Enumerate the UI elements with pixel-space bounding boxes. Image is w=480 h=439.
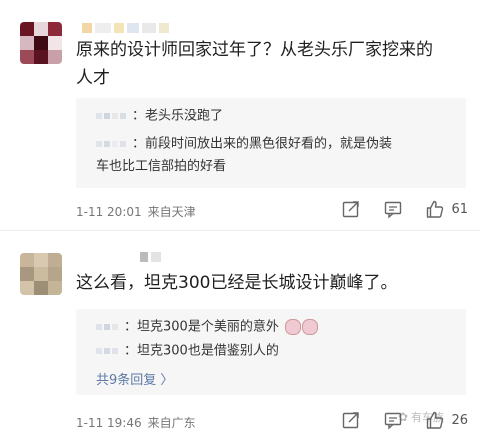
comment-icon[interactable] [383,410,403,430]
comment-text-line: 人才 [76,68,110,88]
location: 来自广东 [147,416,196,430]
username-blurred[interactable] [82,18,172,33]
more-replies-link[interactable]: 共9条回复 〉 [96,369,173,388]
comment-text: 这么看，坦克300已经是长城设计巅峰了。 [76,269,397,297]
username-blurred[interactable] [140,247,164,262]
like-button[interactable]: 26 [425,410,468,430]
comment-text-line: 原来的设计师回家过年了？从老头乐厂家挖来的 [76,40,433,60]
emoji-icon [301,319,318,335]
reply-text: ：老头乐没跑了 [132,108,224,124]
thumbs-up-icon [427,411,444,429]
reply-text: ：前段时间放出来的黑色很好看的，就是伪装 [132,136,393,152]
reply-text: ：坦克300是个美丽的意外 [124,319,279,335]
location: 来自天津 [147,205,196,219]
thumbs-up-icon [427,200,444,218]
reply-box[interactable]: ：老头乐没跑了 ：前段时间放出来的黑色很好看的，就是伪装 车也比工信部拍的好看 [76,98,466,188]
share-icon[interactable] [341,410,361,430]
emoji-icon [284,319,301,335]
reply-item[interactable]: ：老头乐没跑了 [96,105,452,128]
reply-username-blurred[interactable] [96,340,120,362]
timestamp: 1-11 20:01 [76,205,142,219]
comment-actions: 26 [341,410,468,430]
comment-text-line: 这么看，坦克300已经是长城设计巅峰了。 [76,273,398,293]
comment-2: 这么看，坦克300已经是长城设计巅峰了。 ：坦克300是个美丽的意外 ：坦克30… [0,231,480,439]
reply-item[interactable]: ：坦克300也是借鉴别人的 [96,340,452,363]
avatar[interactable] [20,22,62,64]
comment-1: 原来的设计师回家过年了？从老头乐厂家挖来的 人才 ：老头乐没跑了 ：前段时间放出… [0,0,480,226]
comment-actions: 61 [341,199,468,219]
reply-text: 车也比工信部拍的好看 [96,158,227,174]
reply-username-blurred[interactable] [96,133,128,155]
reply-box[interactable]: ：坦克300是个美丽的意外 ：坦克300也是借鉴别人的 共9条回复 〉 [76,309,466,395]
avatar[interactable] [20,253,62,295]
reply-text: ：坦克300也是借鉴别人的 [124,343,279,359]
comment-meta: 1-11 19:46 来自广东 [76,414,196,431]
reply-item[interactable]: ：前段时间放出来的黑色很好看的，就是伪装 车也比工信部拍的好看 [96,133,452,178]
reply-username-blurred[interactable] [96,105,128,127]
share-icon[interactable] [341,199,361,219]
like-count: 61 [451,201,468,217]
reply-username-blurred[interactable] [96,316,120,338]
timestamp: 1-11 19:46 [76,416,142,430]
comment-text: 原来的设计师回家过年了？从老头乐厂家挖来的 人才 [76,36,433,92]
reply-item[interactable]: ：坦克300是个美丽的意外 [96,316,452,339]
comment-meta: 1-11 20:01 来自天津 [76,203,196,220]
like-count: 26 [451,412,468,428]
comment-icon[interactable] [383,199,403,219]
like-button[interactable]: 61 [425,199,468,219]
